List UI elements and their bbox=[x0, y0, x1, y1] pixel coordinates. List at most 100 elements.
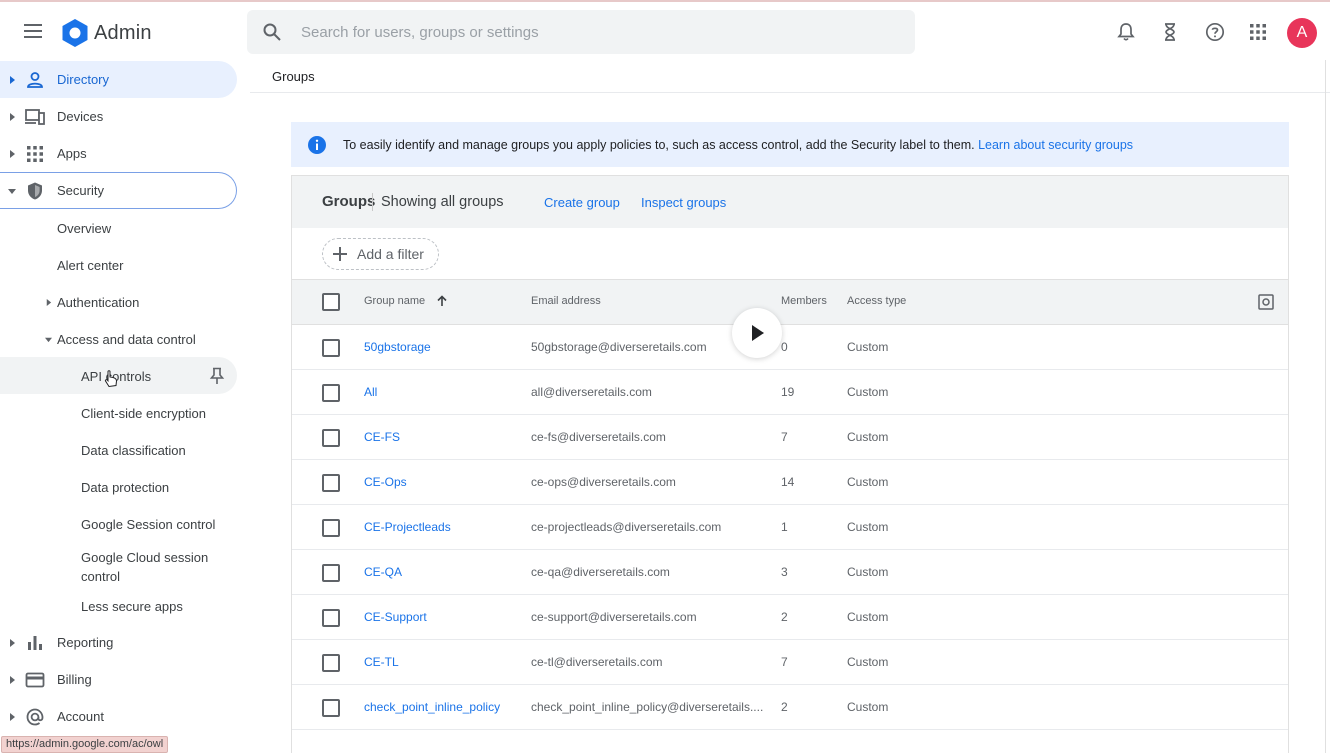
at-sign-icon bbox=[26, 708, 44, 725]
create-group-link[interactable]: Create group bbox=[544, 195, 620, 210]
row-checkbox[interactable] bbox=[322, 609, 340, 627]
search-bar[interactable] bbox=[247, 10, 915, 54]
card-title: Groups bbox=[322, 193, 376, 210]
sidebar-item-overview[interactable]: Overview bbox=[57, 221, 111, 236]
add-filter-button[interactable]: Add a filter bbox=[322, 238, 439, 270]
header-separator bbox=[372, 193, 373, 211]
sidebar-item-client-side-encryption[interactable]: Client-side encryption bbox=[81, 406, 206, 421]
select-all-checkbox[interactable] bbox=[322, 293, 340, 311]
sidebar-item-alert-center[interactable]: Alert center bbox=[57, 258, 123, 273]
table-row[interactable]: CE-Ops ce-ops@diverseretails.com 14 Cust… bbox=[292, 460, 1288, 505]
group-access-type: Custom bbox=[847, 520, 889, 534]
group-name-link[interactable]: CE-Ops bbox=[364, 475, 407, 489]
group-members: 14 bbox=[781, 475, 795, 489]
row-checkbox[interactable] bbox=[322, 474, 340, 492]
sidebar-item-label: Directory bbox=[57, 72, 110, 87]
admin-logo[interactable]: Admin bbox=[60, 18, 152, 48]
main-menu-button[interactable] bbox=[20, 18, 46, 44]
table-row[interactable]: CE-QA ce-qa@diverseretails.com 3 Custom bbox=[292, 550, 1288, 595]
group-name-link[interactable]: CE-Projectleads bbox=[364, 520, 451, 534]
groups-card-header: Groups Showing all groups Create group I… bbox=[292, 176, 1288, 228]
column-header-email[interactable]: Email address bbox=[531, 295, 601, 307]
caret-right-icon bbox=[10, 149, 15, 158]
sidebar-item-data-classification[interactable]: Data classification bbox=[81, 443, 186, 458]
account-avatar[interactable]: A bbox=[1287, 18, 1317, 48]
column-settings-icon[interactable] bbox=[1258, 294, 1274, 310]
group-name-link[interactable]: CE-QA bbox=[364, 565, 402, 579]
caret-down-icon bbox=[8, 188, 16, 194]
row-checkbox[interactable] bbox=[322, 519, 340, 537]
column-header-members[interactable]: Members bbox=[781, 295, 827, 307]
row-checkbox[interactable] bbox=[322, 339, 340, 357]
sidebar-item-billing[interactable]: Billing bbox=[0, 661, 237, 698]
sidebar-item-reporting[interactable]: Reporting bbox=[0, 624, 237, 661]
group-name-link[interactable]: check_point_inline_policy bbox=[364, 700, 500, 714]
sidebar-item-google-session-control[interactable]: Google Session control bbox=[81, 517, 215, 532]
sidebar-item-label: Account bbox=[57, 709, 104, 724]
column-label: Group name bbox=[364, 295, 426, 307]
row-checkbox[interactable] bbox=[322, 654, 340, 672]
viewport-edge bbox=[1325, 60, 1326, 753]
sidebar-item-account[interactable]: Account bbox=[0, 698, 237, 735]
apps-launcher-button[interactable] bbox=[1246, 20, 1270, 44]
hourglass-icon bbox=[1165, 23, 1175, 41]
group-members: 2 bbox=[781, 610, 788, 624]
table-row[interactable]: CE-TL ce-tl@diverseretails.com 7 Custom bbox=[292, 640, 1288, 685]
group-email: ce-projectleads@diverseretails.com bbox=[531, 520, 722, 534]
sidebar-item-apps[interactable]: Apps bbox=[0, 135, 237, 172]
devices-icon bbox=[25, 108, 45, 125]
group-members: 2 bbox=[781, 700, 788, 714]
sidebar-item-google-cloud-session-control[interactable]: Google Cloud session control bbox=[81, 548, 208, 586]
table-row[interactable]: All all@diverseretails.com 19 Custom bbox=[292, 370, 1288, 415]
column-header-access-type[interactable]: Access type bbox=[847, 295, 906, 307]
table-row[interactable]: CE-Support ce-support@diverseretails.com… bbox=[292, 595, 1288, 640]
sort-arrow-up-icon[interactable] bbox=[436, 295, 448, 307]
group-members: 7 bbox=[781, 430, 788, 444]
sidebar-item-devices[interactable]: Devices bbox=[0, 98, 237, 135]
table-header: Group name Email address Members Access … bbox=[292, 280, 1288, 325]
table-row[interactable]: 50gbstorage 50gbstorage@diverseretails.c… bbox=[292, 325, 1288, 370]
help-button[interactable] bbox=[1203, 20, 1227, 44]
row-checkbox[interactable] bbox=[322, 384, 340, 402]
search-input[interactable] bbox=[299, 22, 859, 42]
hamburger-icon bbox=[24, 24, 42, 38]
shield-icon bbox=[28, 182, 42, 199]
sidebar-item-less-secure-apps[interactable]: Less secure apps bbox=[81, 599, 183, 614]
learn-security-groups-link[interactable]: Learn about security groups bbox=[978, 138, 1133, 152]
group-name-link[interactable]: All bbox=[364, 385, 377, 399]
app-name: Admin bbox=[94, 21, 152, 44]
table-row[interactable]: check_point_inline_policy check_point_in… bbox=[292, 685, 1288, 730]
group-access-type: Custom bbox=[847, 385, 889, 399]
group-email: ce-qa@diverseretails.com bbox=[531, 565, 670, 579]
tasks-button[interactable] bbox=[1158, 20, 1182, 44]
notifications-button[interactable] bbox=[1114, 20, 1138, 44]
row-checkbox[interactable] bbox=[322, 429, 340, 447]
search-icon bbox=[263, 23, 281, 41]
row-checkbox[interactable] bbox=[322, 699, 340, 717]
group-name-link[interactable]: CE-FS bbox=[364, 430, 400, 444]
play-icon bbox=[752, 325, 764, 341]
sidebar-item-api-controls[interactable]: API controls bbox=[0, 357, 237, 394]
sidebar-item-access-and-data-control[interactable]: Access and data control bbox=[45, 332, 235, 348]
column-header-group-name[interactable]: Group name bbox=[364, 295, 447, 307]
group-name-link[interactable]: CE-Support bbox=[364, 610, 427, 624]
sidebar-item-authentication[interactable]: Authentication bbox=[45, 295, 235, 311]
pin-icon[interactable] bbox=[209, 367, 225, 385]
group-name-link[interactable]: CE-TL bbox=[364, 655, 399, 669]
caret-down-icon bbox=[45, 337, 52, 343]
apps-grid-icon bbox=[27, 145, 43, 162]
inspect-groups-link[interactable]: Inspect groups bbox=[641, 195, 726, 210]
table-row[interactable]: CE-FS ce-fs@diverseretails.com 7 Custom bbox=[292, 415, 1288, 460]
plus-icon bbox=[333, 247, 347, 261]
sidebar-item-directory[interactable]: Directory bbox=[0, 61, 237, 98]
group-access-type: Custom bbox=[847, 700, 889, 714]
video-play-button[interactable] bbox=[732, 308, 782, 358]
row-checkbox[interactable] bbox=[322, 564, 340, 582]
add-filter-label: Add a filter bbox=[357, 246, 424, 262]
table-row[interactable]: CE-Projectleads ce-projectleads@diverser… bbox=[292, 505, 1288, 550]
group-name-link[interactable]: 50gbstorage bbox=[364, 340, 431, 354]
sidebar-item-security[interactable]: Security bbox=[0, 172, 237, 209]
sidebar-item-data-protection[interactable]: Data protection bbox=[81, 480, 169, 495]
group-email: ce-ops@diverseretails.com bbox=[531, 475, 676, 489]
group-access-type: Custom bbox=[847, 655, 889, 669]
